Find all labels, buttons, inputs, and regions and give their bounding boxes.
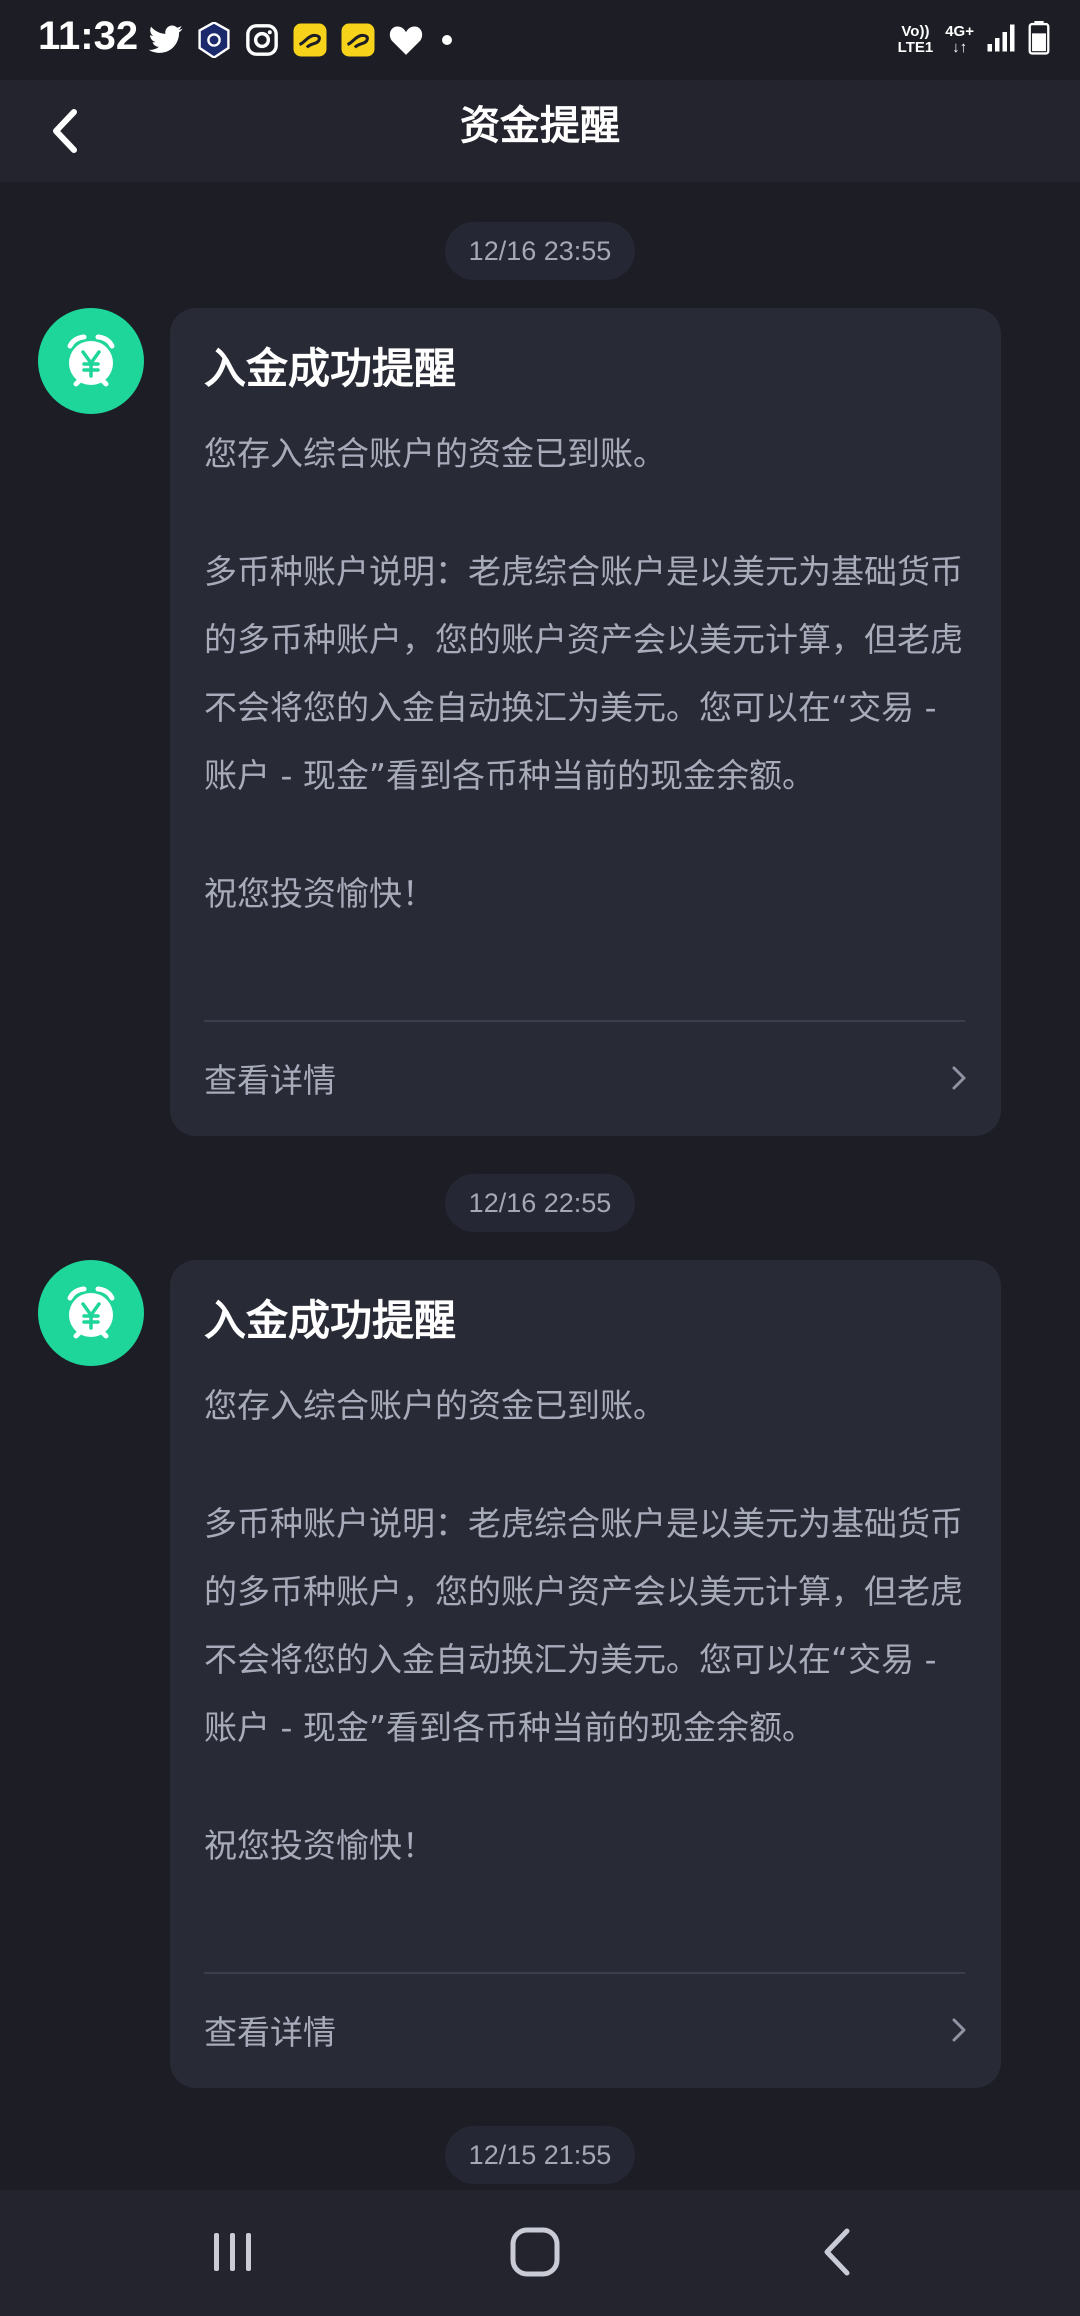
alarm-yen-icon xyxy=(38,308,144,414)
back-arrow-icon xyxy=(824,2228,850,2276)
heart-icon xyxy=(388,22,424,58)
status-bar: 11:32 Vo)) LTE1 4G+ ↓↑ xyxy=(0,0,1080,80)
view-details-link[interactable]: 查看详情 xyxy=(204,1972,971,2088)
twitter-icon xyxy=(148,22,184,58)
message-card: 入金成功提醒 您存入综合账户的资金已到账。 多币种账户说明：老虎综合账户是以美元… xyxy=(170,308,1001,1136)
top-app-bar: 资金提醒 xyxy=(0,80,1080,182)
message-card: 入金成功提醒 您存入综合账户的资金已到账。 多币种账户说明：老虎综合账户是以美元… xyxy=(170,1260,1001,2088)
notification-icons xyxy=(148,20,452,60)
home-button[interactable] xyxy=(500,2220,570,2284)
volte-indicator: Vo)) LTE1 xyxy=(897,23,934,56)
message-title: 入金成功提醒 xyxy=(204,344,457,393)
message-closing: 祝您投资愉快！ xyxy=(204,874,435,913)
system-navigation-bar xyxy=(0,2190,1080,2316)
nav-back-button[interactable] xyxy=(802,2220,872,2284)
message-body: 您存入综合账户的资金已到账。 多币种账户说明：老虎综合账户是以美元为基础货币的多… xyxy=(204,1372,974,1880)
more-notifications-dot xyxy=(442,35,452,45)
message-title: 入金成功提醒 xyxy=(204,1296,457,1345)
status-time: 11:32 xyxy=(38,14,139,58)
signal-icon xyxy=(986,23,1016,57)
chevron-right-icon xyxy=(952,1066,966,1090)
view-details-label: 查看详情 xyxy=(204,2013,336,2052)
chevron-right-icon xyxy=(952,2018,966,2042)
message-line: 您存入综合账户的资金已到账。 xyxy=(204,434,666,473)
view-details-link[interactable]: 查看详情 xyxy=(204,1020,971,1136)
message-line: 您存入综合账户的资金已到账。 xyxy=(204,1386,666,1425)
recent-apps-button[interactable] xyxy=(198,2220,268,2284)
yellow-app-icon xyxy=(292,22,328,58)
data-indicator: 4G+ ↓↑ xyxy=(945,23,974,56)
page-title: 资金提醒 xyxy=(460,103,620,149)
message-timestamp: 12/16 23:55 xyxy=(445,222,635,280)
crypto-shield-icon xyxy=(196,22,232,58)
message-closing: 祝您投资愉快！ xyxy=(204,1826,435,1865)
recent-apps-icon xyxy=(214,2233,251,2271)
message-body: 您存入综合账户的资金已到账。 多币种账户说明：老虎综合账户是以美元为基础货币的多… xyxy=(204,420,974,928)
alarm-yen-icon xyxy=(38,1260,144,1366)
message-timestamp: 12/16 22:55 xyxy=(445,1174,635,1232)
yellow-app-icon xyxy=(340,22,376,58)
view-details-label: 查看详情 xyxy=(204,1061,336,1100)
home-icon xyxy=(510,2227,560,2277)
message-paragraph: 多币种账户说明：老虎综合账户是以美元为基础货币的多币种账户，您的账户资产会以美元… xyxy=(204,552,963,795)
instagram-icon xyxy=(244,22,280,58)
system-status-icons: Vo)) LTE1 4G+ ↓↑ xyxy=(898,20,1050,60)
message-paragraph: 多币种账户说明：老虎综合账户是以美元为基础货币的多币种账户，您的账户资产会以美元… xyxy=(204,1504,963,1747)
message-timestamp: 12/15 21:55 xyxy=(445,2126,635,2184)
battery-icon xyxy=(1028,21,1050,59)
